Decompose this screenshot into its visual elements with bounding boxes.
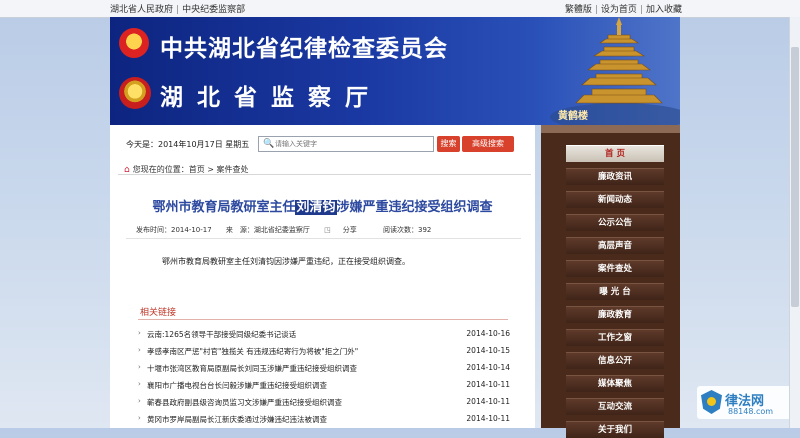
bullet-icon: ›: [138, 414, 141, 422]
breadcrumb-cases[interactable]: 案件查处: [217, 165, 249, 174]
related-link-date: 2014-10-11: [466, 397, 510, 406]
nav-item-education[interactable]: 廉政教育: [566, 306, 664, 323]
search-icon: 🔍: [263, 139, 275, 149]
bullet-icon: ›: [138, 380, 141, 388]
watermark-url: 88148.com: [728, 407, 774, 416]
divider: [118, 174, 531, 175]
national-emblem-icon: [119, 77, 151, 109]
top-bar-right-links: 繁體版 | 设为首页 | 加入收藏: [565, 2, 682, 15]
related-link-title[interactable]: 孝感孝南区严惩"村官"独揽关 有违规违纪寄行为将被"拒之门外": [147, 346, 447, 357]
article-meta: 发布时间：2014-10-17 来 源：湖北省纪委监察厅 ◳ 分享 阅读次数：39…: [136, 225, 443, 235]
share-label: 分享: [342, 226, 357, 234]
scrollbar-thumb[interactable]: [791, 47, 799, 307]
banner-title-supervision: 湖北省监察厅: [160, 85, 382, 111]
bullet-icon: ›: [138, 363, 141, 371]
nav-item-cases[interactable]: 案件查处: [566, 260, 664, 277]
nav-item-leadership[interactable]: 高层声音: [566, 237, 664, 254]
nav-item-interaction[interactable]: 互动交流: [566, 398, 664, 415]
article-title: 鄂州市教育局教研室主任刘清钧涉嫌严重违纪接受组织调查: [110, 196, 535, 215]
nav-item-disclosure[interactable]: 信息公开: [566, 352, 664, 369]
top-bar-left-links: 湖北省人民政府 | 中央纪委监察部: [110, 2, 245, 15]
nav-item-work[interactable]: 工作之窗: [566, 329, 664, 346]
watermark-logo: 律法网 88148.com: [697, 386, 792, 419]
related-link-date: 2014-10-11: [466, 380, 510, 389]
nav-item-news[interactable]: 廉政资讯: [566, 168, 664, 185]
link-set-homepage[interactable]: 设为首页: [601, 5, 637, 15]
search-box[interactable]: 🔍: [258, 136, 434, 152]
related-link-item[interactable]: › 孝感孝南区严惩"村官"独揽关 有违规违纪寄行为将被"拒之门外" 2014-10-…: [138, 346, 510, 363]
link-traditional-chinese[interactable]: 繁體版: [565, 5, 592, 15]
related-links-title: 相关链接: [140, 308, 177, 318]
shield-icon: [701, 390, 722, 414]
party-emblem-icon: [119, 28, 149, 58]
nav-item-exposure[interactable]: 曝 光 台: [566, 283, 664, 300]
breadcrumb-separator: >: [207, 165, 214, 174]
related-link-title[interactable]: 蕲春县政府副县级咨询员监习文涉嫌严重违纪接受组织调查: [147, 397, 447, 408]
article-title-before: 鄂州市教育局教研室主任: [152, 200, 296, 215]
tower-label: 黄鹤楼: [558, 111, 588, 122]
nav-item-about[interactable]: 关于我们: [566, 421, 664, 438]
current-date: 今天是：2014年10月17日 星期五: [126, 140, 250, 149]
breadcrumb-home[interactable]: 首页: [189, 165, 205, 174]
site-banner: 中共湖北省纪律检查委员会 湖北省监察厅 黄鹤楼: [110, 17, 680, 125]
related-link-item[interactable]: › 十堰市张湾区教育局原副局长刘同玉涉嫌严重违纪接受组织调查 2014-10-14: [138, 363, 510, 380]
related-link-date: 2014-10-16: [466, 329, 510, 338]
related-link-title[interactable]: 襄阳市广播电视台台长闫毅涉嫌严重违纪接受组织调查: [147, 380, 447, 391]
share-icon: ◳: [324, 226, 331, 234]
search-input[interactable]: [275, 139, 425, 149]
side-nav-cap: [541, 125, 680, 133]
article-body: 鄂州市教育局教研室主任刘清钧因涉嫌严重违纪，正在接受组织调查。: [162, 257, 410, 266]
nav-item-notices[interactable]: 公示公告: [566, 214, 664, 231]
separator: |: [639, 5, 643, 15]
yellow-crane-tower-icon: [550, 17, 680, 125]
separator: |: [176, 5, 180, 15]
related-links-list: › 云南:1265名领导干部接受同级纪委书记谈话 2014-10-16 › 孝感孝南区…: [138, 329, 510, 431]
related-link-item[interactable]: › 黄冈市罗岸局副局长江新庆委通过涉嫌违纪违法被调查 2014-10-11: [138, 414, 510, 431]
separator: |: [594, 5, 598, 15]
side-navigation: 首 页 廉政资讯 新闻动态 公示公告 高层声音 案件查处 曝 光 台 廉政教育 …: [541, 125, 680, 438]
top-bar: 湖北省人民政府 | 中央纪委监察部 繁體版 | 设为首页 | 加入收藏: [0, 0, 800, 18]
related-link-date: 2014-10-11: [466, 414, 510, 423]
read-count: 阅读次数：392: [383, 226, 432, 234]
advanced-search-button[interactable]: 高级搜索: [462, 136, 514, 152]
link-hubei-government[interactable]: 湖北省人民政府: [110, 5, 173, 15]
related-link-title[interactable]: 黄冈市罗岸局副局长江新庆委通过涉嫌违纪违法被调查: [147, 414, 447, 425]
share-button[interactable]: ◳ 分享: [324, 226, 369, 234]
divider: [126, 238, 521, 239]
bullet-icon: ›: [138, 397, 141, 405]
related-link-title[interactable]: 十堰市张湾区教育局原副局长刘同玉涉嫌严重违纪接受组织调查: [147, 363, 447, 374]
nav-item-updates[interactable]: 新闻动态: [566, 191, 664, 208]
breadcrumb-prefix: 您现在的位置：: [132, 165, 189, 174]
publish-time: 发布时间：2014-10-17: [136, 226, 212, 234]
link-add-favorite[interactable]: 加入收藏: [646, 5, 682, 15]
nav-item-media[interactable]: 媒体聚焦: [566, 375, 664, 392]
page-scrollbar[interactable]: [789, 17, 800, 428]
related-link-item[interactable]: › 云南:1265名领导干部接受同级纪委书记谈话 2014-10-16: [138, 329, 510, 346]
article-title-highlight: 刘清钧: [295, 200, 337, 215]
related-link-item[interactable]: › 襄阳市广播电视台台长闫毅涉嫌严重违纪接受组织调查 2014-10-11: [138, 380, 510, 397]
related-link-date: 2014-10-15: [466, 346, 510, 355]
bullet-icon: ›: [138, 329, 141, 337]
related-link-item[interactable]: › 蕲春县政府副县级咨询员监习文涉嫌严重违纪接受组织调查 2014-10-11: [138, 397, 510, 414]
search-area: 🔍 搜索 高级搜索: [258, 136, 541, 152]
article-title-after: 涉嫌严重违纪接受组织调查: [336, 200, 493, 215]
related-link-title[interactable]: 云南:1265名领导干部接受同级纪委书记谈话: [147, 329, 447, 340]
nav-item-home[interactable]: 首 页: [566, 145, 664, 162]
search-button[interactable]: 搜索: [437, 136, 460, 152]
divider: [138, 319, 508, 320]
article-card: 今天是：2014年10月17日 星期五 🔍 搜索 高级搜索 ⌂您现在的位置：首页…: [110, 125, 535, 428]
article-source: 来 源：湖北省纪委监察厅: [225, 226, 310, 234]
related-link-date: 2014-10-14: [466, 363, 510, 372]
link-central-discipline[interactable]: 中央纪委监察部: [182, 5, 245, 15]
banner-title-commission: 中共湖北省纪律检查委员会: [160, 36, 448, 62]
bullet-icon: ›: [138, 346, 141, 354]
